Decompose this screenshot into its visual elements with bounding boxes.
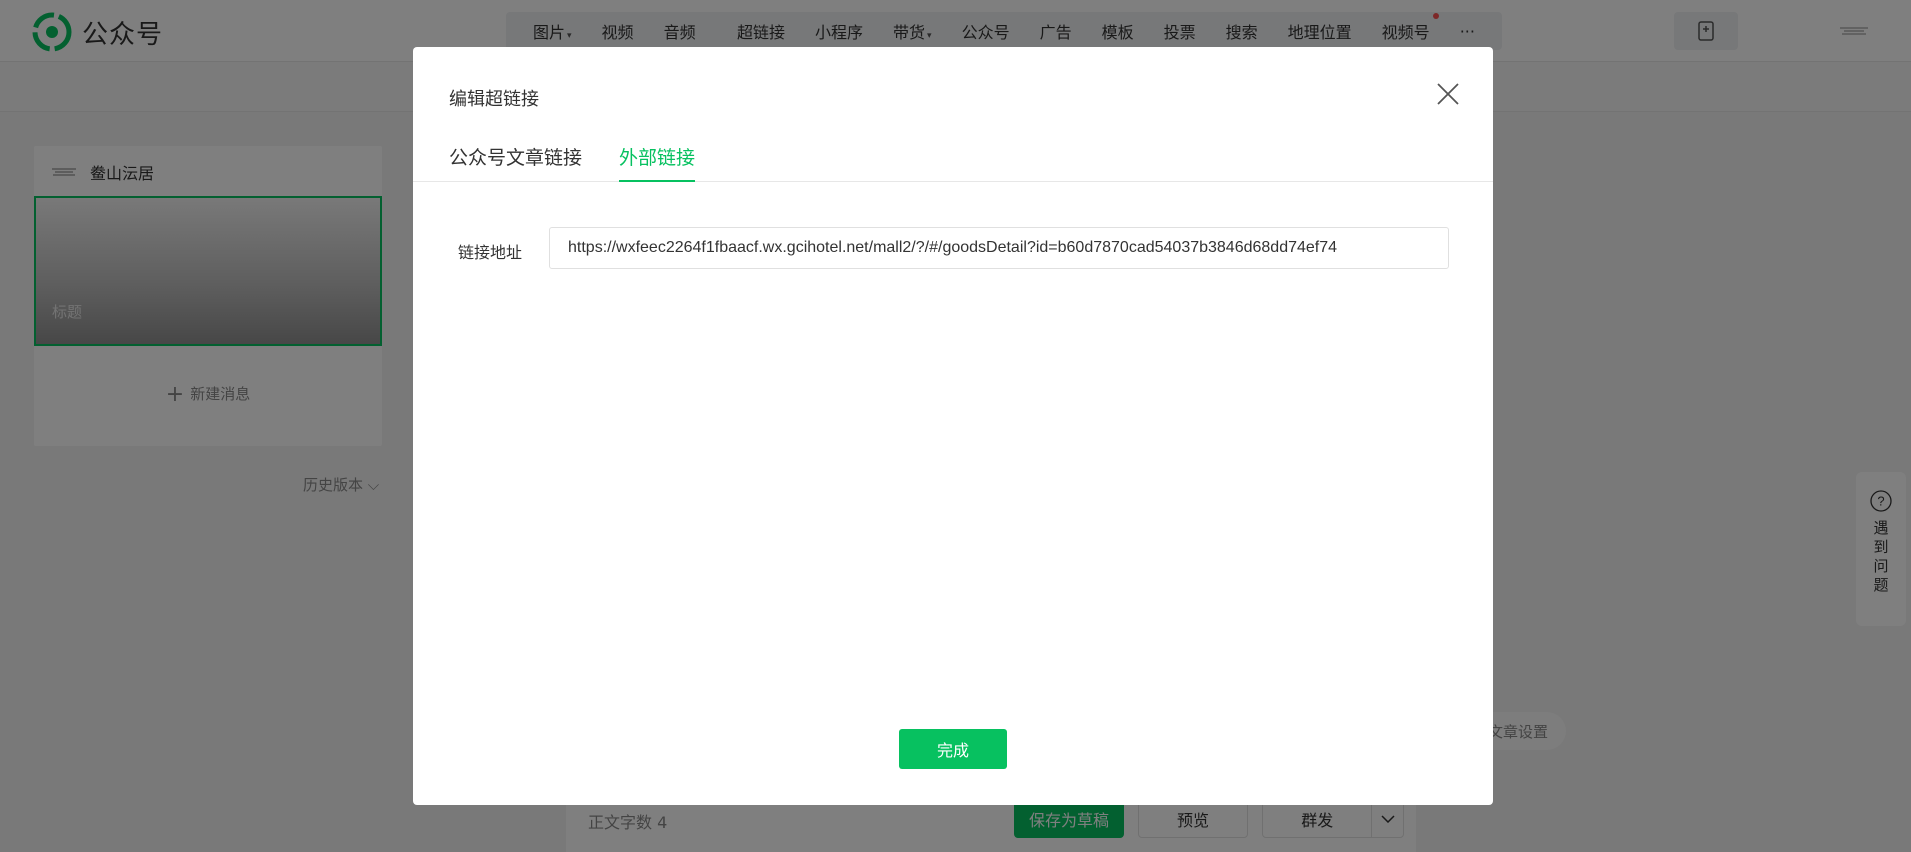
tab-external-link[interactable]: 外部链接: [619, 147, 696, 182]
dialog-title: 编辑超链接: [449, 89, 539, 110]
link-address-label: 链接地址: [458, 243, 523, 262]
edit-hyperlink-dialog: 编辑超链接 公众号文章链接 外部链接 链接地址 完成: [413, 47, 1493, 805]
tab-account-article-link[interactable]: 公众号文章链接: [449, 147, 582, 182]
close-icon[interactable]: [1433, 79, 1463, 109]
done-button[interactable]: 完成: [899, 729, 1007, 769]
link-url-input[interactable]: [549, 227, 1449, 269]
link-type-tabs: 公众号文章链接 外部链接: [413, 147, 1493, 182]
